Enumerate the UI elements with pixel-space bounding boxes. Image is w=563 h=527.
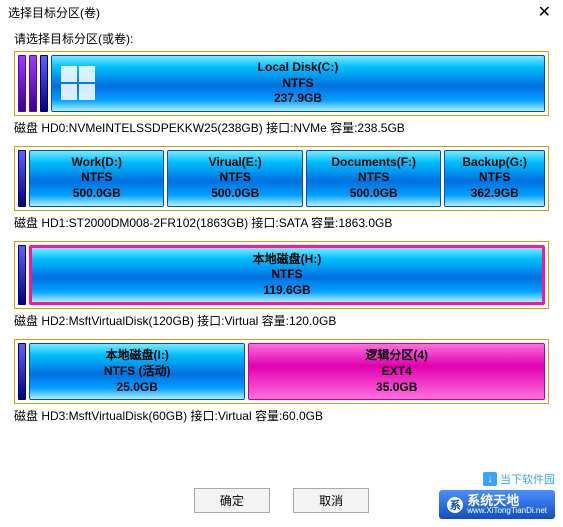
- partition-name: 本地磁盘(H:): [253, 252, 322, 268]
- partition-name: Virual(E:): [209, 155, 262, 171]
- reserved-partition[interactable]: [29, 55, 37, 112]
- partition-fs: EXT4: [382, 364, 412, 380]
- disk-bar: Work(D:)NTFS500.0GBVirual(E:)NTFS500.0GB…: [14, 146, 549, 211]
- title-bar: 选择目标分区(卷) ✕: [0, 0, 563, 24]
- disk-info: 磁盘 HD3:MsftVirtualDisk(60GB) 接口:Virtual …: [14, 404, 549, 430]
- partition-fs: NTFS: [271, 267, 302, 283]
- disk-bar: 本地磁盘(I:)NTFS (活动)25.0GB逻辑分区(4)EXT435.0GB: [14, 339, 549, 404]
- partition-name: Backup(G:): [462, 155, 527, 171]
- partition-size: 25.0GB: [117, 380, 158, 396]
- partition-size: 500.0GB: [73, 186, 121, 202]
- disk-group: Local Disk(C:)NTFS237.9GB 磁盘 HD0:NVMeINTE…: [14, 51, 549, 142]
- disk-info: 磁盘 HD1:ST2000DM008-2FR102(1863GB) 接口:SAT…: [14, 211, 549, 237]
- close-icon[interactable]: ✕: [534, 2, 555, 22]
- disk-bar: Local Disk(C:)NTFS237.9GB: [14, 51, 549, 116]
- partition[interactable]: Virual(E:)NTFS500.0GB: [167, 150, 302, 207]
- partition-fs: NTFS (活动): [104, 364, 171, 380]
- partition[interactable]: 本地磁盘(H:)NTFS119.6GB: [29, 245, 545, 306]
- disk-group: Work(D:)NTFS500.0GBVirual(E:)NTFS500.0GB…: [14, 146, 549, 237]
- disk-info: 磁盘 HD0:NVMeINTELSSDPEKKW25(238GB) 接口:NVM…: [14, 116, 549, 142]
- disk-group: 本地磁盘(H:)NTFS119.6GB 磁盘 HD2:MsftVirtualDis…: [14, 241, 549, 336]
- partition-name: Work(D:): [72, 155, 122, 171]
- prompt-label: 请选择目标分区(或卷):: [0, 24, 563, 51]
- partition[interactable]: Backup(G:)NTFS362.9GB: [444, 150, 545, 207]
- reserved-partition[interactable]: [18, 245, 26, 306]
- reserved-partition[interactable]: [40, 55, 48, 112]
- disk-bar: 本地磁盘(H:)NTFS119.6GB: [14, 241, 549, 310]
- disk-info: 磁盘 HD2:MsftVirtualDisk(120GB) 接口:Virtual…: [14, 309, 549, 335]
- partition[interactable]: Work(D:)NTFS500.0GB: [29, 150, 164, 207]
- partition[interactable]: 逻辑分区(4)EXT435.0GB: [248, 343, 545, 400]
- partition-name: 本地磁盘(I:): [106, 348, 169, 364]
- reserved-partition[interactable]: [18, 150, 26, 207]
- partition-size: 119.6GB: [263, 283, 310, 299]
- downxia-icon: ↓: [483, 472, 497, 486]
- reserved-partition[interactable]: [18, 55, 26, 112]
- partition-size: 500.0GB: [350, 186, 398, 202]
- partition-fs: NTFS: [282, 76, 313, 92]
- partition[interactable]: Documents(F:)NTFS500.0GB: [306, 150, 441, 207]
- partition[interactable]: 本地磁盘(I:)NTFS (活动)25.0GB: [29, 343, 245, 400]
- partition-fs: NTFS: [81, 170, 112, 186]
- partition-size: 237.9GB: [274, 91, 322, 107]
- reserved-partition[interactable]: [18, 343, 26, 400]
- partition-fs: NTFS: [479, 170, 510, 186]
- watermark-xitongtiandi: 系 系统天地 www.XiTongTianDi.net: [439, 490, 555, 519]
- partition-name: 逻辑分区(4): [365, 348, 428, 364]
- watermark-downxia: ↓ 当下软件园: [483, 471, 555, 487]
- partition[interactable]: Local Disk(C:)NTFS237.9GB: [51, 55, 545, 112]
- disk-list: Local Disk(C:)NTFS237.9GB磁盘 HD0:NVMeINTE…: [0, 51, 563, 430]
- window-title: 选择目标分区(卷): [8, 4, 100, 21]
- partition-size: 362.9GB: [471, 186, 519, 202]
- partition-fs: NTFS: [220, 170, 251, 186]
- partition-name: Documents(F:): [331, 155, 416, 171]
- xttd-icon: 系: [447, 497, 463, 513]
- ok-button[interactable]: 确定: [194, 488, 270, 513]
- partition-size: 500.0GB: [211, 186, 259, 202]
- windows-icon: [60, 65, 96, 101]
- partition-size: 35.0GB: [376, 380, 417, 396]
- partition-fs: NTFS: [358, 170, 389, 186]
- partition-name: Local Disk(C:): [258, 60, 339, 76]
- disk-group: 本地磁盘(I:)NTFS (活动)25.0GB逻辑分区(4)EXT435.0GB…: [14, 339, 549, 430]
- cancel-button[interactable]: 取消: [293, 488, 369, 513]
